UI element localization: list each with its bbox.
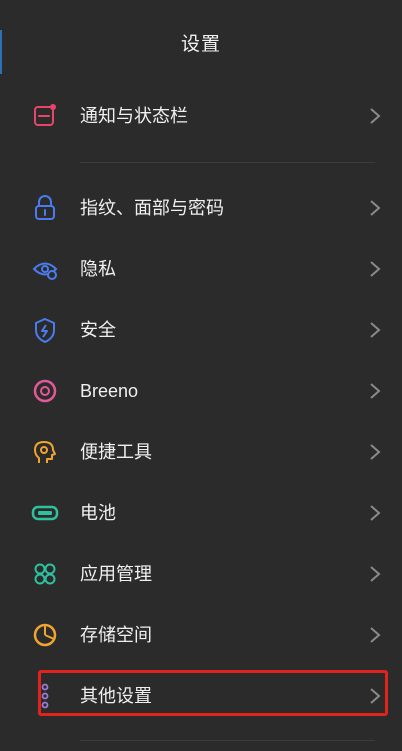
app-management-icon bbox=[30, 559, 60, 589]
storage-pie-icon bbox=[30, 620, 60, 650]
settings-item-label: 指纹、面部与密码 bbox=[80, 198, 224, 218]
settings-item-label: Breeno bbox=[80, 381, 139, 401]
settings-item-notifications[interactable]: 通知与状态栏 bbox=[0, 86, 402, 146]
settings-item-label: 便捷工具 bbox=[80, 442, 152, 462]
lock-icon bbox=[30, 193, 60, 223]
privacy-eye-icon bbox=[30, 254, 60, 284]
settings-item-label: 隐私 bbox=[80, 259, 116, 279]
page-title: 设置 bbox=[180, 34, 221, 55]
settings-item-privacy[interactable]: 隐私 bbox=[0, 239, 402, 299]
settings-item-storage[interactable]: 存储空间 bbox=[0, 605, 402, 665]
settings-item-battery[interactable]: 电池 bbox=[0, 483, 402, 543]
battery-icon bbox=[30, 498, 60, 528]
settings-item-label: 安全 bbox=[80, 320, 116, 340]
section-divider bbox=[80, 162, 375, 163]
highlight-annotation-box bbox=[38, 670, 388, 716]
settings-item-security[interactable]: 安全 bbox=[0, 300, 402, 360]
settings-item-label: 电池 bbox=[80, 503, 116, 523]
chevron-right-icon bbox=[368, 503, 382, 523]
chevron-right-icon bbox=[368, 320, 382, 340]
settings-item-label: 通知与状态栏 bbox=[80, 106, 188, 126]
breeno-ring-icon bbox=[30, 376, 60, 406]
settings-item-convenience-tools[interactable]: 便捷工具 bbox=[0, 422, 402, 482]
chevron-right-icon bbox=[368, 381, 382, 401]
security-shield-icon bbox=[30, 315, 60, 345]
chevron-right-icon bbox=[368, 625, 382, 645]
convenience-tools-icon bbox=[30, 437, 60, 467]
bottom-divider bbox=[80, 740, 375, 741]
settings-item-label: 应用管理 bbox=[80, 564, 152, 584]
chevron-right-icon bbox=[368, 106, 382, 126]
chevron-right-icon bbox=[368, 259, 382, 279]
notification-icon bbox=[30, 101, 60, 131]
chevron-right-icon bbox=[368, 564, 382, 584]
chevron-right-icon bbox=[368, 198, 382, 218]
header: 设置 bbox=[0, 0, 402, 88]
settings-item-fingerprint-face-password[interactable]: 指纹、面部与密码 bbox=[0, 178, 402, 238]
settings-item-breeno[interactable]: Breeno bbox=[0, 361, 402, 421]
settings-item-app-management[interactable]: 应用管理 bbox=[0, 544, 402, 604]
chevron-right-icon bbox=[368, 442, 382, 462]
settings-item-label: 存储空间 bbox=[80, 625, 152, 645]
